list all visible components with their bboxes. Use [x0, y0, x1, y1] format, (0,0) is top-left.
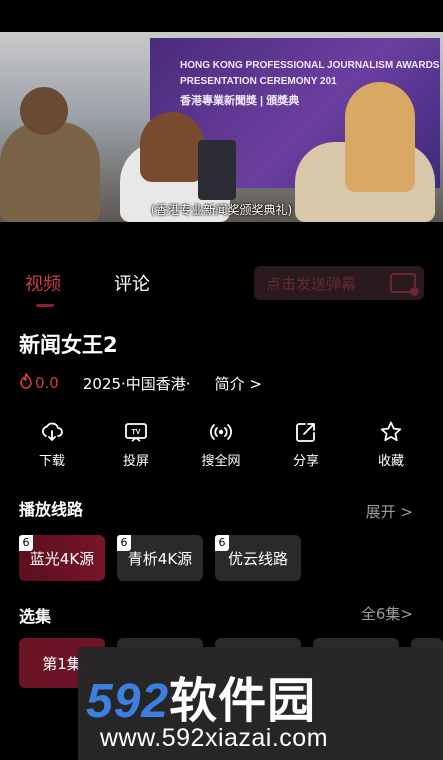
- action-bar: 下载 TV 投屏 搜全网 分享 收藏: [0, 420, 443, 470]
- danmu-settings-icon[interactable]: [390, 273, 419, 296]
- route-badge: 6: [19, 535, 33, 551]
- watermark-text: 软件园: [169, 675, 317, 728]
- banner-line-3: 香港專業新聞獎 | 頒獎典: [180, 95, 300, 107]
- route-item-2[interactable]: 6 青析4K源: [117, 535, 203, 581]
- search-web-label: 搜全网: [201, 454, 241, 469]
- broadcast-icon: [210, 424, 232, 440]
- share-icon: [296, 423, 315, 442]
- cast-label: 投屏: [122, 454, 149, 469]
- show-score: 0.0: [35, 374, 59, 392]
- route-label: 优云线路: [227, 549, 288, 568]
- favorite-button[interactable]: 收藏: [361, 420, 421, 469]
- share-button[interactable]: 分享: [276, 420, 336, 469]
- watermark-logo: 592软件园: [86, 661, 316, 731]
- intro-link[interactable]: 简介 >: [215, 373, 262, 394]
- show-title: 新闻女王2: [19, 333, 118, 357]
- svg-text:TV: TV: [132, 429, 141, 436]
- download-icon: [42, 422, 63, 441]
- tab-video[interactable]: 视频: [25, 270, 61, 296]
- share-label: 分享: [292, 454, 319, 469]
- route-label: 蓝光4K源: [29, 549, 95, 568]
- photographer-right-hair: [345, 82, 415, 192]
- show-year-region: 2025·中国香港·: [82, 374, 191, 393]
- photographer-left-head: [20, 87, 68, 135]
- star-icon: [380, 421, 402, 442]
- routes-expand[interactable]: 展开 >: [366, 501, 413, 522]
- video-subtitle: (香港专业新闻奖颁奖典礼): [150, 203, 293, 217]
- search-web-button[interactable]: 搜全网: [191, 420, 251, 469]
- tab-comment[interactable]: 评论: [114, 270, 150, 296]
- show-meta: 0.0 2025·中国香港· 简介 >: [19, 372, 262, 394]
- banner-line-1: HONG KONG PROFESSIONAL JOURNALISM AWARDS: [180, 60, 440, 71]
- banner-line-2: PRESENTATION CEREMONY 201: [180, 76, 337, 87]
- episode-label: 第1集: [42, 654, 82, 673]
- download-label: 下载: [38, 454, 65, 469]
- route-label: 青析4K源: [127, 549, 193, 568]
- route-item-3[interactable]: 6 优云线路: [215, 535, 301, 581]
- routes-title: 播放线路: [19, 500, 84, 519]
- cast-button[interactable]: TV 投屏: [106, 420, 166, 469]
- tab-video-indicator: [36, 304, 54, 307]
- route-badge: 6: [215, 535, 229, 551]
- route-badge: 6: [117, 535, 131, 551]
- episodes-title: 选集: [19, 607, 52, 626]
- episodes-all[interactable]: 全6集>: [361, 603, 413, 624]
- watermark-url: www.592xiazai.com: [100, 724, 329, 752]
- watermark-number: 592: [86, 675, 170, 728]
- favorite-label: 收藏: [377, 454, 404, 469]
- download-button[interactable]: 下载: [22, 420, 82, 469]
- watermark: 592软件园 www.592xiazai.com: [78, 647, 443, 760]
- podium: [198, 140, 236, 200]
- route-item-1[interactable]: 6 蓝光4K源: [19, 535, 105, 581]
- fire-icon: [19, 372, 33, 393]
- cast-icon: TV: [125, 423, 147, 442]
- woman-center-hair: [140, 112, 204, 182]
- danmu-input-button[interactable]: 点击发送弹幕: [254, 266, 424, 300]
- danmu-placeholder: 点击发送弹幕: [266, 274, 357, 293]
- video-player[interactable]: HONG KONG PROFESSIONAL JOURNALISM AWARDS…: [0, 32, 443, 222]
